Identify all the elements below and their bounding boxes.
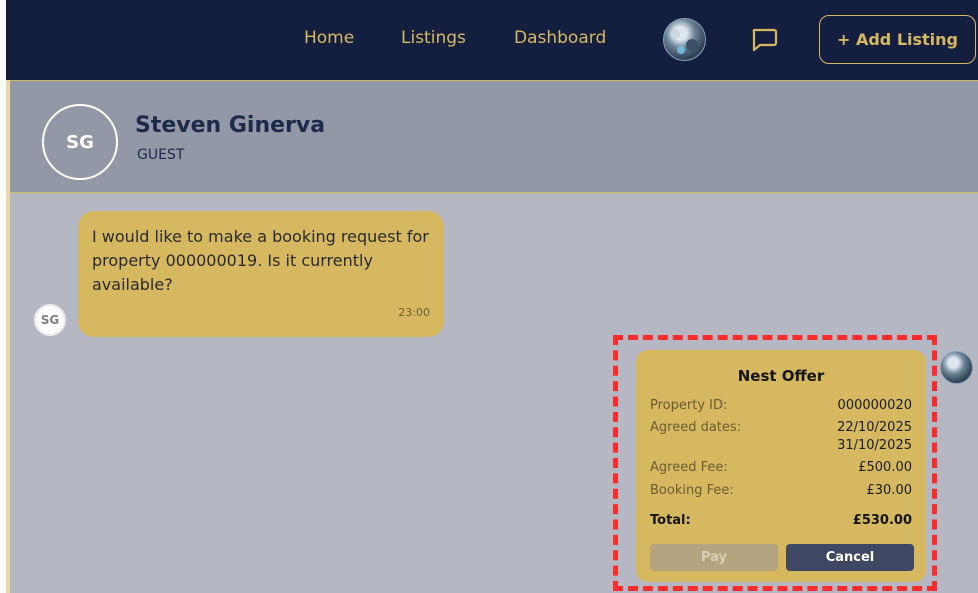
- sender-avatar: SG: [34, 304, 66, 336]
- top-navbar: Home Listings Dashboard + Add Listing: [6, 0, 978, 80]
- conversation-header: SG Steven Ginerva GUEST: [10, 80, 978, 193]
- chat-bubble-icon[interactable]: [750, 26, 778, 52]
- contact-name: Steven Ginerva: [135, 113, 326, 138]
- pay-button[interactable]: Pay: [650, 544, 778, 571]
- property-id-value: 000000020: [837, 398, 912, 413]
- cancel-button[interactable]: Cancel: [786, 544, 914, 571]
- booking-fee-label: Booking Fee:: [650, 483, 734, 498]
- offer-title: Nest Offer: [737, 367, 825, 385]
- message-time: 23:00: [398, 306, 430, 319]
- add-listing-button[interactable]: + Add Listing: [819, 15, 976, 64]
- user-avatar[interactable]: [663, 18, 706, 61]
- nav-listings-link[interactable]: Listings: [401, 28, 466, 48]
- total-label: Total:: [650, 513, 691, 528]
- message-bubble: I would like to make a booking request f…: [78, 211, 444, 337]
- agreed-fee-value: £500.00: [858, 460, 912, 475]
- nav-home-link[interactable]: Home: [304, 28, 354, 48]
- agreed-date-start: 22/10/2025: [837, 420, 912, 435]
- offer-card: Nest Offer Property ID: 000000020 Agreed…: [636, 350, 926, 582]
- agreed-dates-label: Agreed dates:: [650, 420, 742, 435]
- owner-avatar: [940, 351, 973, 384]
- contact-avatar: SG: [42, 104, 118, 180]
- page: Home Listings Dashboard + Add Listing SG…: [0, 0, 978, 593]
- agreed-fee-label: Agreed Fee:: [650, 460, 728, 475]
- booking-fee-value: £30.00: [866, 483, 913, 498]
- property-id-label: Property ID:: [650, 398, 728, 413]
- agreed-date-end: 31/10/2025: [837, 438, 912, 453]
- message-text: I would like to make a booking request f…: [92, 227, 429, 294]
- total-value: £530.00: [852, 513, 912, 528]
- nav-dashboard-link[interactable]: Dashboard: [514, 28, 606, 48]
- contact-role: GUEST: [137, 147, 185, 163]
